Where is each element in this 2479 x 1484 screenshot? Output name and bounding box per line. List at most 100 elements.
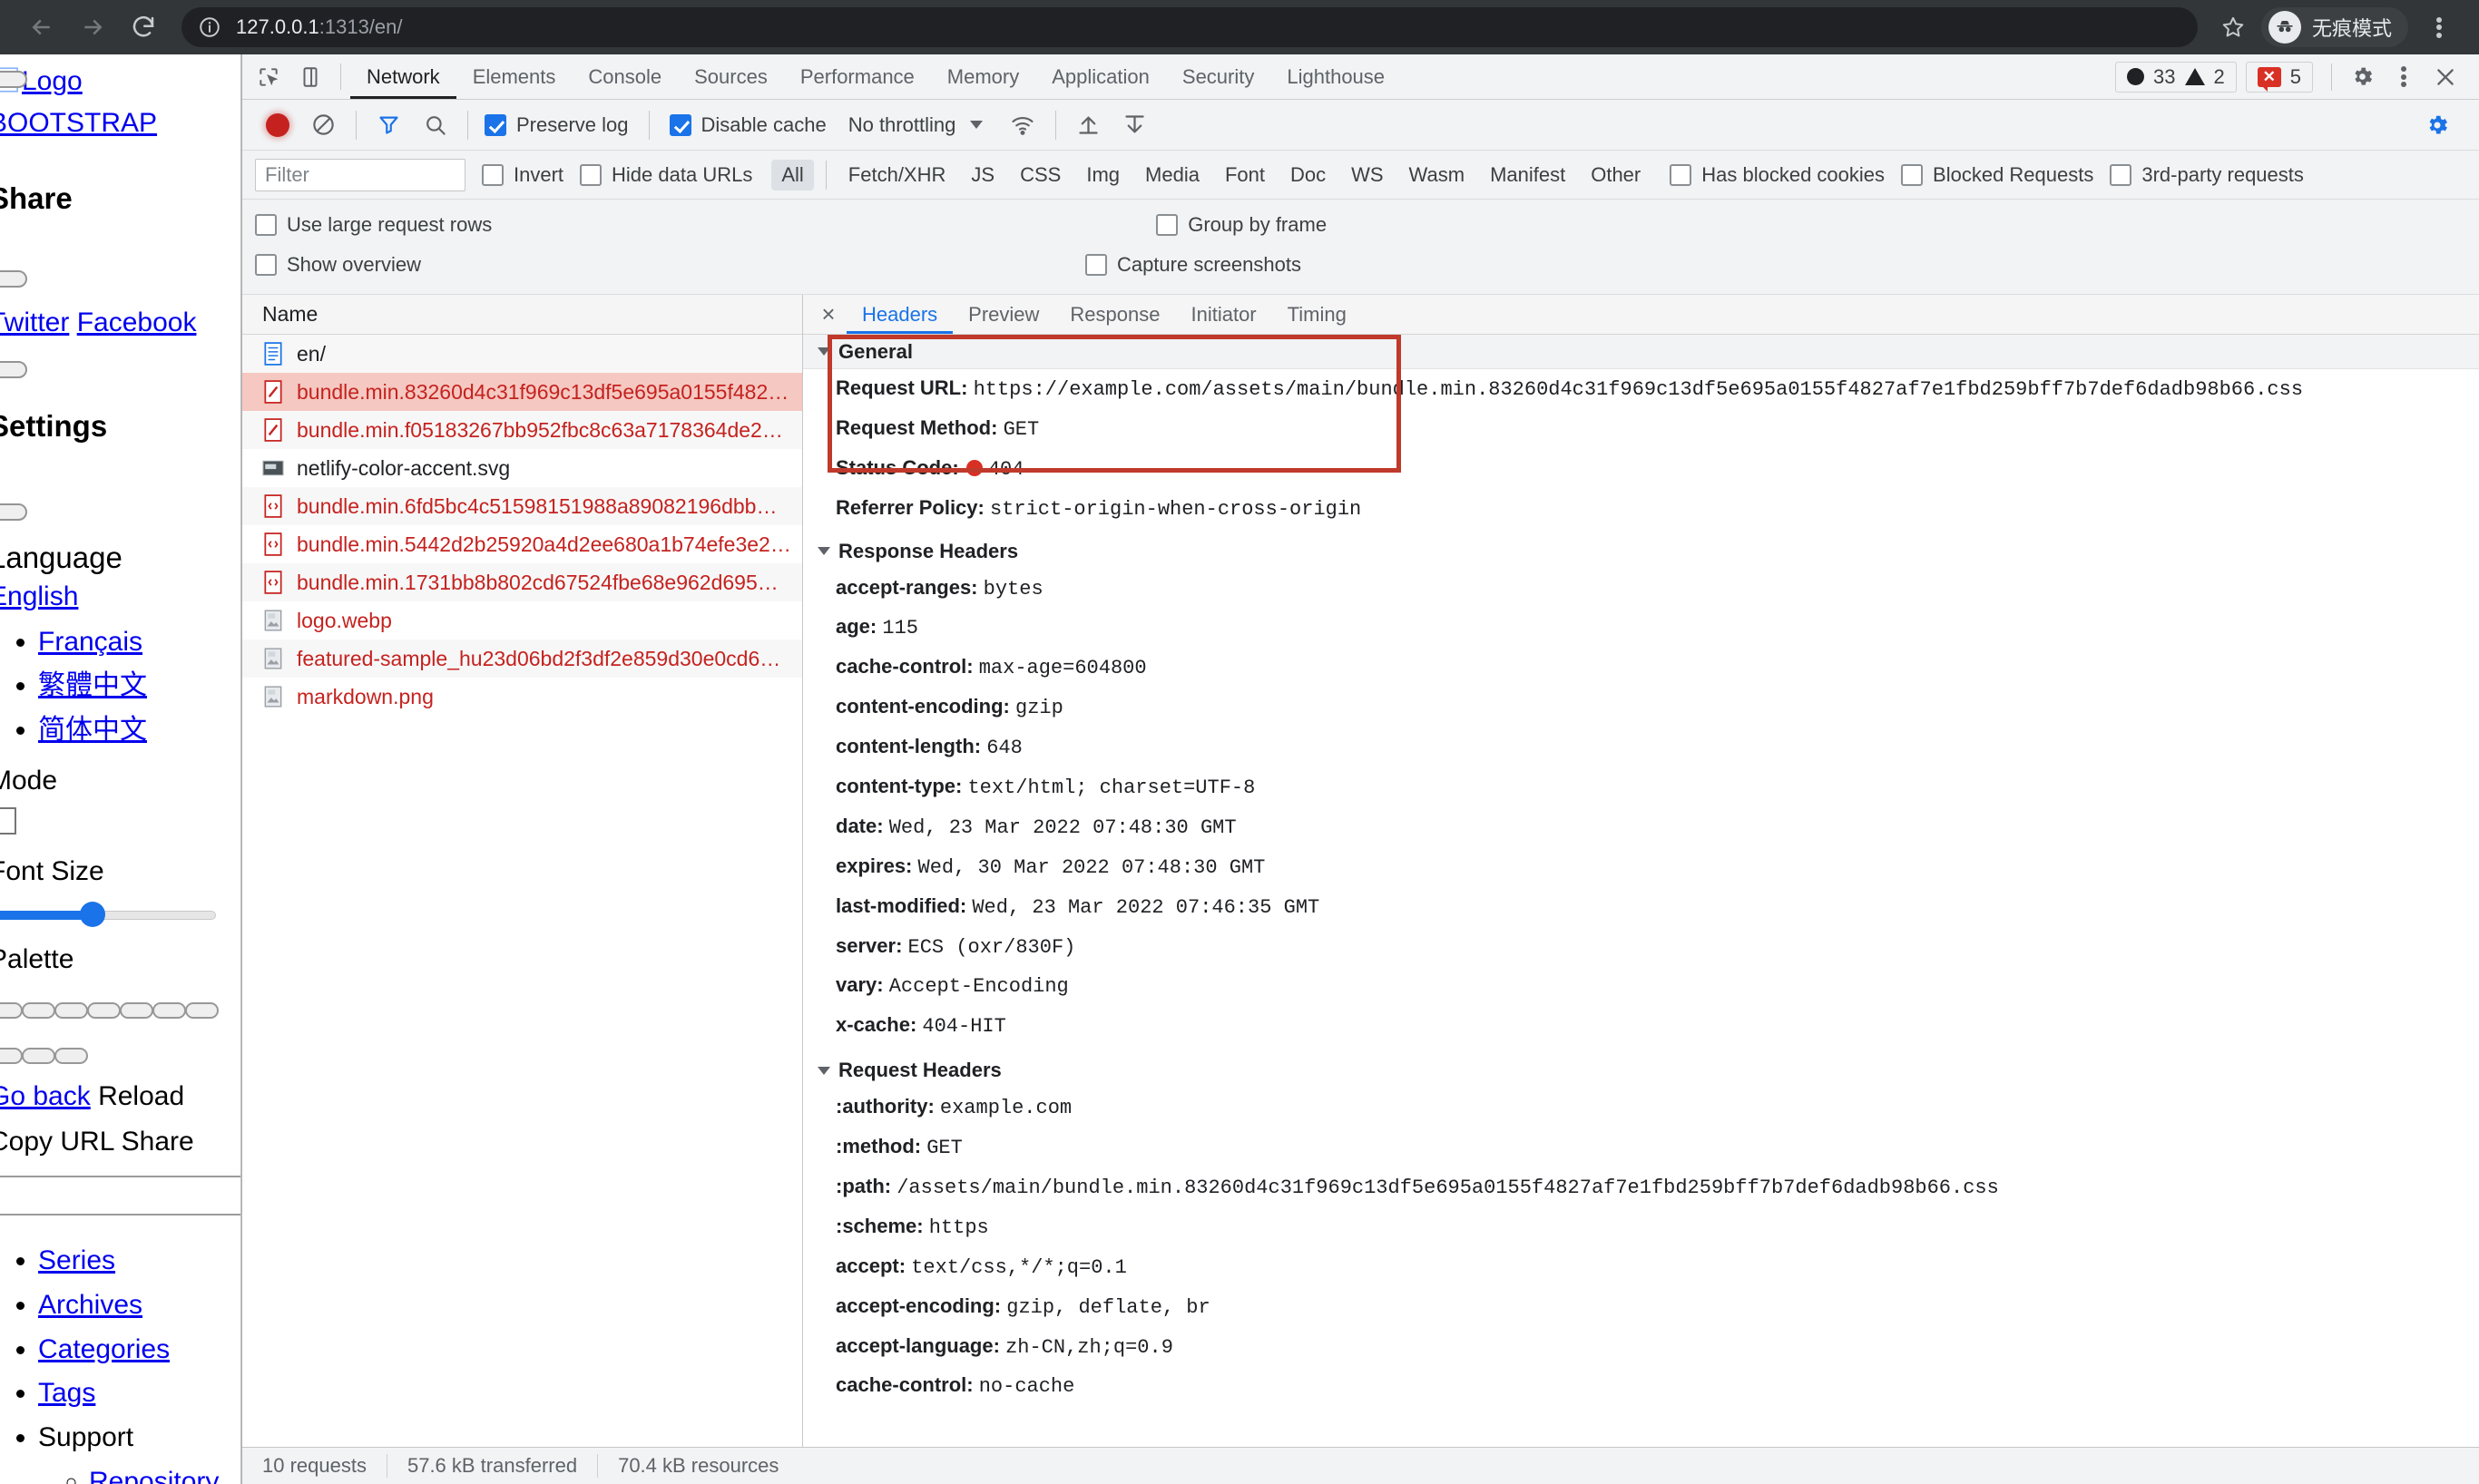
palette-swatch[interactable] [0,1048,23,1064]
address-bar[interactable]: 127.0.0.1:1313/en/ [181,7,2198,47]
tab-lighthouse[interactable]: Lighthouse [1270,54,1401,99]
toggle-pill[interactable] [0,503,27,521]
device-toolbar-icon[interactable] [289,54,331,99]
nav-link-tags[interactable]: Tags [38,1378,95,1408]
tab-sources[interactable]: Sources [678,54,784,99]
gear-icon[interactable] [2341,64,2383,89]
close-icon[interactable] [2425,65,2466,89]
nav-link-series[interactable]: Series [38,1245,115,1275]
tab-security[interactable]: Security [1166,54,1270,99]
search-icon[interactable] [412,100,458,151]
reload-text[interactable]: Reload [98,1081,184,1111]
palette-swatch[interactable] [54,1048,88,1064]
type-filter-fetch-xhr[interactable]: Fetch/XHR [838,160,956,190]
network-settings-gear-icon[interactable] [2414,100,2461,151]
language-link-fr[interactable]: Français [38,627,142,657]
type-filter-all[interactable]: All [771,160,813,190]
tab-application[interactable]: Application [1035,54,1166,99]
detail-tab-headers[interactable]: Headers [847,295,953,334]
section-header-general[interactable]: General [803,335,2479,369]
third-party-requests-checkbox[interactable]: 3rd-party requests [2110,163,2304,187]
toggle-pill[interactable] [0,71,27,88]
export-har-button[interactable] [1112,100,1158,151]
bookmark-star-icon[interactable] [2210,5,2256,50]
devtools-more-icon[interactable] [2383,64,2425,90]
palette-swatch[interactable] [185,1002,219,1019]
font-size-slider[interactable] [0,902,216,927]
palette-swatch[interactable] [54,1002,88,1019]
table-row[interactable]: bundle.min.1731bb8b802cd67524fbe68e962d6… [242,563,802,601]
type-filter-js[interactable]: JS [961,160,1004,190]
request-list[interactable]: en/ bundle.min.83260d4c31f969c13df5e695a… [242,335,802,1447]
share-text[interactable]: Share [122,1127,194,1157]
palette-swatch[interactable] [22,1048,55,1064]
toggle-pill[interactable] [0,361,27,378]
blocked-requests-checkbox[interactable]: Blocked Requests [1901,163,2093,187]
type-filter-manifest[interactable]: Manifest [1480,160,1575,190]
throttling-select[interactable]: No throttling [838,100,995,151]
slider-thumb[interactable] [80,902,105,927]
table-row[interactable]: netlify-color-accent.svg [242,449,802,487]
table-row[interactable]: bundle.min.6fd5bc4c51598151988a89082196d… [242,487,802,525]
capture-screenshots-checkbox[interactable]: Capture screenshots [1085,253,1301,277]
forward-button[interactable] [67,2,118,53]
table-row[interactable]: en/ [242,335,802,373]
type-filter-css[interactable]: CSS [1010,160,1071,190]
logo-link[interactable]: Logo [22,66,83,96]
error-counter[interactable]: ✕ 5 [2246,62,2313,93]
detail-tab-initiator[interactable]: Initiator [1175,295,1271,334]
twitter-link[interactable]: Twitter [0,308,69,337]
nav-link-archives[interactable]: Archives [38,1290,142,1320]
palette-swatch[interactable] [0,1002,23,1019]
palette-swatch[interactable] [22,1002,55,1019]
go-back-link[interactable]: Go back [0,1081,91,1111]
disable-cache-checkbox[interactable]: Disable cache [659,100,838,151]
has-blocked-cookies-checkbox[interactable]: Has blocked cookies [1670,163,1885,187]
type-filter-media[interactable]: Media [1135,160,1210,190]
palette-swatch[interactable] [152,1002,186,1019]
type-filter-ws[interactable]: WS [1341,160,1393,190]
filter-input[interactable]: Filter [255,159,465,191]
group-by-frame-checkbox[interactable]: Group by frame [1156,213,1327,237]
language-link-zh-hans[interactable]: 简体中文 [38,715,147,745]
nav-link-categories[interactable]: Categories [38,1334,170,1364]
clear-button[interactable] [300,100,347,151]
section-header-request-headers[interactable]: Request Headers [803,1053,2479,1088]
palette-swatch[interactable] [120,1002,153,1019]
site-info-icon[interactable] [198,15,221,39]
nav-link-repository[interactable]: Repository [89,1467,219,1484]
detail-tab-response[interactable]: Response [1054,295,1175,334]
chrome-menu-icon[interactable] [2415,4,2463,51]
type-filter-font[interactable]: Font [1215,160,1275,190]
copy-url-text[interactable]: Copy URL [0,1127,113,1157]
hide-data-urls-checkbox[interactable]: Hide data URLs [580,163,752,187]
palette-swatch[interactable] [87,1002,121,1019]
tab-memory[interactable]: Memory [931,54,1035,99]
show-overview-checkbox[interactable]: Show overview [255,253,421,277]
tab-elements[interactable]: Elements [456,54,573,99]
section-header-response-headers[interactable]: Response Headers [803,534,2479,569]
info-warning-counter[interactable]: 33 2 [2115,62,2237,93]
back-button[interactable] [16,2,67,53]
tab-network[interactable]: Network [350,54,456,99]
detail-tab-preview[interactable]: Preview [953,295,1054,334]
mode-checkbox[interactable] [0,807,16,835]
table-row[interactable]: logo.webp [242,601,802,639]
incognito-indicator[interactable]: 无痕模式 [2261,7,2408,47]
reload-icon[interactable] [118,2,169,53]
facebook-link[interactable]: Facebook [77,308,197,337]
record-button[interactable] [255,100,300,151]
table-row[interactable]: bundle.min.f05183267bb952fbc8c63a7178364… [242,411,802,449]
table-row[interactable]: bundle.min.83260d4c31f969c13df5e695a0155… [242,373,802,411]
type-filter-img[interactable]: Img [1076,160,1130,190]
preserve-log-checkbox[interactable]: Preserve log [477,100,640,151]
network-conditions-button[interactable] [994,100,1046,151]
type-filter-wasm[interactable]: Wasm [1399,160,1475,190]
inspect-element-icon[interactable] [248,54,289,99]
tab-console[interactable]: Console [572,54,678,99]
bootstrap-link[interactable]: BOOTSTRAP [0,108,157,138]
language-link-zh-hant[interactable]: 繁體中文 [38,670,147,700]
tab-performance[interactable]: Performance [784,54,931,99]
english-link[interactable]: English [0,581,78,611]
toggle-pill[interactable] [0,270,27,288]
